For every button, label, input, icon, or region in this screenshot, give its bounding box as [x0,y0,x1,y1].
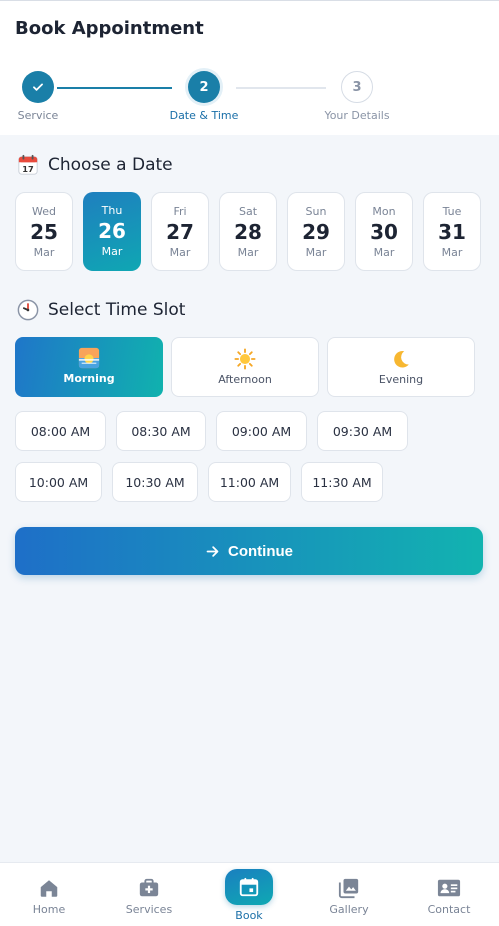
time-slot-0900[interactable]: 09:00 AM [216,411,307,451]
step-connector-completed [57,87,172,89]
nav-gallery[interactable]: Gallery [304,863,394,926]
date-month: Mar [33,246,55,259]
date-card-wed-25[interactable]: Wed 25 Mar [15,192,73,271]
time-slot-1000[interactable]: 10:00 AM [15,462,102,502]
time-slot-0930[interactable]: 09:30 AM [317,411,408,451]
gallery-icon [304,877,394,899]
date-dow: Mon [372,205,396,218]
period-afternoon-label: Afternoon [218,373,272,386]
date-month: Mar [237,246,259,259]
date-month: Mar [101,245,123,258]
date-dow: Thu [101,204,123,217]
sunrise-icon [15,347,163,369]
bottom-nav: Home Services Book Gallery Contact [0,862,499,926]
date-month: Mar [305,246,327,259]
date-day: 25 [30,220,58,244]
progress-stepper: Service 2 Date & Time 3 Your Details [0,71,499,131]
date-dow: Fri [173,205,187,218]
date-day: 26 [98,219,126,243]
continue-button[interactable]: Continue [15,527,483,575]
date-section-title: 17 Choose a Date [16,153,173,177]
time-slot-1030[interactable]: 10:30 AM [112,462,198,502]
step-service-label: Service [17,109,59,122]
nav-home-label: Home [32,903,66,916]
date-card-mon-30[interactable]: Mon 30 Mar [355,192,413,271]
step-your-details[interactable]: 3 Your Details [320,71,394,122]
time-slot-0800[interactable]: 08:00 AM [15,411,106,451]
date-dow: Wed [32,205,56,218]
period-afternoon-button[interactable]: Afternoon [171,337,319,397]
date-picker: Wed 25 Mar Thu 26 Mar Fri 27 Mar Sat 28 … [15,192,485,272]
date-card-thu-26[interactable]: Thu 26 Mar [83,192,141,271]
sun-icon [172,348,318,370]
step-date-time-circle: 2 [188,71,220,103]
date-card-tue-31[interactable]: Tue 31 Mar [423,192,481,271]
svg-text:17: 17 [22,164,34,174]
medical-kit-icon [104,877,194,899]
date-day: 30 [370,220,398,244]
nav-gallery-label: Gallery [329,903,369,916]
nav-book-label: Book [235,909,263,922]
date-month: Mar [169,246,191,259]
nav-services[interactable]: Services [104,863,194,926]
time-slot-1100[interactable]: 11:00 AM [208,462,291,502]
time-section-title: Select Time Slot [16,298,185,322]
continue-label: Continue [228,542,293,560]
time-slot-1130[interactable]: 11:30 AM [301,462,383,502]
time-slot-0830[interactable]: 08:30 AM [116,411,206,451]
header: Book Appointment Service 2 Date & Time 3… [0,1,499,135]
date-month: Mar [441,246,463,259]
calendar-icon: 17 [16,153,40,177]
moon-icon [328,348,474,370]
date-section-label: Choose a Date [48,155,173,175]
date-month: Mar [373,246,395,259]
step-date-time-label: Date & Time [169,109,239,122]
date-day: 28 [234,220,262,244]
step-your-details-label: Your Details [324,109,390,122]
date-dow: Sun [305,205,327,218]
step-service-circle [22,71,54,103]
home-icon [4,877,94,899]
date-day: 31 [438,220,466,244]
step-date-time[interactable]: 2 Date & Time [164,71,244,122]
checkmark-icon [33,83,43,91]
page-title: Book Appointment [15,18,204,39]
nav-book-active-bubble [225,869,273,905]
arrow-right-icon [205,544,220,559]
step-your-details-circle: 3 [341,71,373,103]
nav-home[interactable]: Home [4,863,94,926]
date-card-sat-28[interactable]: Sat 28 Mar [219,192,277,271]
period-evening-button[interactable]: Evening [327,337,475,397]
nav-book[interactable]: Book [204,863,294,926]
nav-contact-label: Contact [427,903,471,916]
date-day: 29 [302,220,330,244]
date-day: 27 [166,220,194,244]
period-morning-label: Morning [63,372,115,385]
date-dow: Tue [442,205,462,218]
step-connector-pending [236,87,326,89]
nav-contact[interactable]: Contact [404,863,494,926]
calendar-icon [238,876,260,898]
clock-icon [16,298,40,322]
date-card-fri-27[interactable]: Fri 27 Mar [151,192,209,271]
period-morning-button[interactable]: Morning [15,337,163,397]
nav-services-label: Services [125,903,173,916]
date-dow: Sat [238,205,258,218]
contact-card-icon [404,877,494,899]
step-service[interactable]: Service [8,71,68,122]
date-card-sun-29[interactable]: Sun 29 Mar [287,192,345,271]
period-evening-label: Evening [378,373,424,386]
time-section-label: Select Time Slot [48,300,186,320]
